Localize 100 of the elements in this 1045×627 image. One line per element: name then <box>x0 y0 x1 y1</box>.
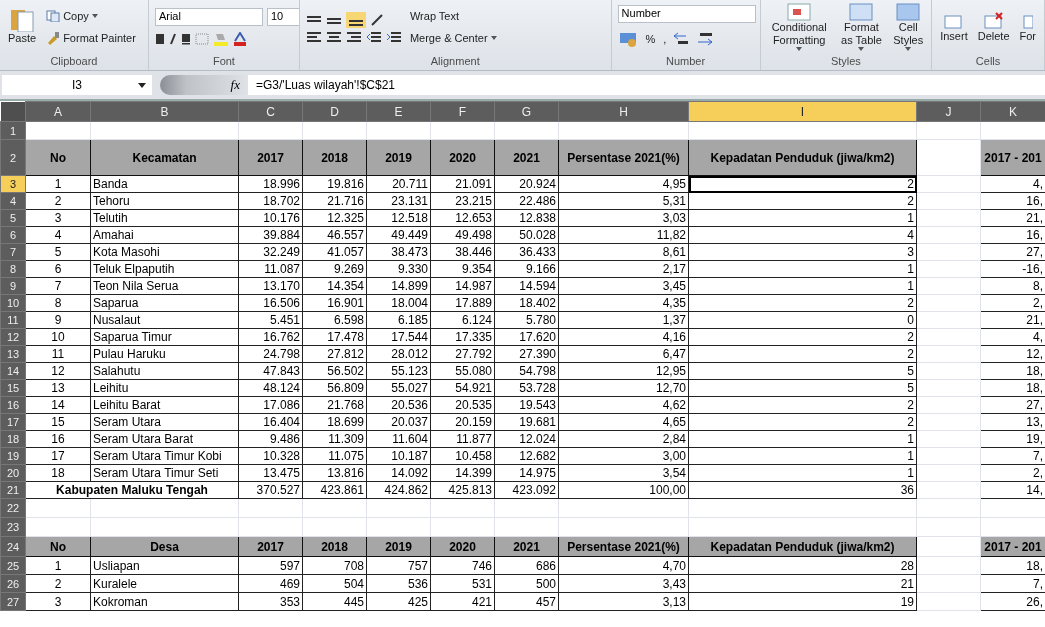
table-cell: 12.325 <box>302 209 367 227</box>
table-cell: 4 <box>688 226 917 244</box>
column-heading[interactable]: F <box>430 101 495 122</box>
table-cell: 38.446 <box>430 243 495 261</box>
number-format-field[interactable]: Number <box>617 5 756 23</box>
clipboard-icon <box>9 9 36 32</box>
table-cell: 21.768 <box>302 396 367 414</box>
table-cell: 20.159 <box>430 413 495 431</box>
align-left-icon[interactable] <box>305 30 322 42</box>
table-cell: 5.780 <box>494 311 559 329</box>
font-size-field[interactable]: 10 <box>266 8 299 26</box>
format-painter-button[interactable]: Format Painter <box>44 28 138 48</box>
column-heading[interactable]: H <box>558 101 689 122</box>
table-cell: 12,95 <box>558 362 689 380</box>
delete-button[interactable]: Delete <box>975 11 1012 43</box>
align-right-icon[interactable] <box>345 30 362 42</box>
column-heading[interactable]: J <box>916 101 981 122</box>
group-label: Number <box>665 54 707 69</box>
table-cell: 18.004 <box>366 294 431 312</box>
table-cell: 10.328 <box>238 447 303 465</box>
table-cell: Pulau Haruku <box>90 345 239 363</box>
table-cell: 56.809 <box>302 379 367 397</box>
merge-center-button[interactable]: Merge & Center <box>407 28 499 48</box>
column-heading[interactable]: C <box>238 101 303 122</box>
table-cell: 15 <box>25 413 91 431</box>
table-cell: 21 <box>688 574 917 593</box>
column-header: Kepadatan Penduduk (jiwa/km2) <box>688 139 917 176</box>
paste-button[interactable]: Paste <box>6 9 39 45</box>
table-cell: 4,95 <box>558 175 689 193</box>
table-cell: 18.699 <box>302 413 367 431</box>
percent-button[interactable]: % <box>643 29 658 49</box>
column-heading[interactable]: K <box>980 101 1045 122</box>
table-cell: 3 <box>25 209 91 227</box>
table-cell: 13.816 <box>302 464 367 482</box>
column-heading[interactable]: I <box>688 101 917 122</box>
table-cell: 18.996 <box>238 175 303 193</box>
column-heading[interactable]: D <box>302 101 367 122</box>
table-cell: 5 <box>25 243 91 261</box>
table-cell: 4 <box>25 226 91 244</box>
bold-icon[interactable] <box>154 33 165 45</box>
table-cell: 2 <box>688 345 917 363</box>
text-angle-icon[interactable] <box>369 13 386 27</box>
table-cell: 4,62 <box>558 396 689 414</box>
font-name-field[interactable]: Arial <box>154 8 263 26</box>
caret-icon <box>796 47 803 51</box>
table-cell: Teluk Elpaputih <box>90 260 239 278</box>
align-bottom-icon[interactable] <box>345 12 366 28</box>
comma-button[interactable]: , <box>661 29 669 49</box>
row-number[interactable]: 1 <box>0 121 26 140</box>
table-cell: 12,70 <box>558 379 689 397</box>
row-number[interactable]: 24 <box>0 536 26 557</box>
table-cell: 21.091 <box>430 175 495 193</box>
table-cell: 1 <box>688 277 917 295</box>
table-cell: 504 <box>302 574 367 593</box>
column-heading[interactable]: B <box>90 101 239 122</box>
table-cell: 20.535 <box>430 396 495 414</box>
column-heading[interactable]: A <box>25 101 91 122</box>
copy-button[interactable]: Copy <box>44 6 138 26</box>
table-cell: 10 <box>25 328 91 346</box>
table-cell: 5 <box>688 362 917 380</box>
row-number[interactable]: 2 <box>0 139 26 176</box>
format-as-table-button[interactable]: Format as Table <box>837 3 886 51</box>
conditional-formatting-button[interactable]: Conditional Formatting <box>766 3 832 51</box>
decrease-indent-icon[interactable] <box>365 30 382 42</box>
table-cell: 16.901 <box>302 294 367 312</box>
table-cell: 50.028 <box>494 226 559 244</box>
insert-button[interactable]: Insert <box>938 11 970 43</box>
table-cell: 49.498 <box>430 226 495 244</box>
table-cell: 469 <box>238 574 303 593</box>
table-cell: 10.187 <box>366 447 431 465</box>
table-cell: 11.604 <box>366 430 431 448</box>
fill-color-icon[interactable] <box>212 32 229 46</box>
table-cell: 1 <box>25 556 91 575</box>
table-cell: 14.594 <box>494 277 559 295</box>
brush-icon <box>46 31 61 45</box>
table-cell: 54.921 <box>430 379 495 397</box>
increase-indent-icon[interactable] <box>385 30 402 42</box>
table-cell: 55.123 <box>366 362 431 380</box>
wrap-text-button[interactable]: Wrap Text <box>407 6 499 26</box>
formula-field[interactable]: =G3/'Luas wilayah'!$C$21 <box>248 75 1045 95</box>
table-cell: 19.543 <box>494 396 559 414</box>
name-box[interactable]: I3 <box>2 75 152 95</box>
format-button[interactable]: For <box>1017 11 1038 43</box>
underline-icon[interactable] <box>180 33 191 45</box>
caret-icon <box>905 47 912 51</box>
table-cell: Telutih <box>90 209 239 227</box>
table-cell: 27.812 <box>302 345 367 363</box>
table-cell: 18.702 <box>238 192 303 210</box>
italic-icon[interactable] <box>168 33 177 45</box>
font-color-icon[interactable] <box>232 32 247 46</box>
table-cell: 17.335 <box>430 328 495 346</box>
align-center-icon[interactable] <box>325 30 342 42</box>
column-header: 2020 <box>430 139 495 176</box>
table-cell: 457 <box>494 592 559 611</box>
column-heading[interactable]: E <box>366 101 431 122</box>
table-cell: 3,13 <box>558 592 689 611</box>
column-header: 2017 - 201 <box>980 139 1045 176</box>
cell-styles-button[interactable]: Cell Styles <box>891 3 926 51</box>
table-cell: 55.027 <box>366 379 431 397</box>
column-heading[interactable]: G <box>494 101 559 122</box>
